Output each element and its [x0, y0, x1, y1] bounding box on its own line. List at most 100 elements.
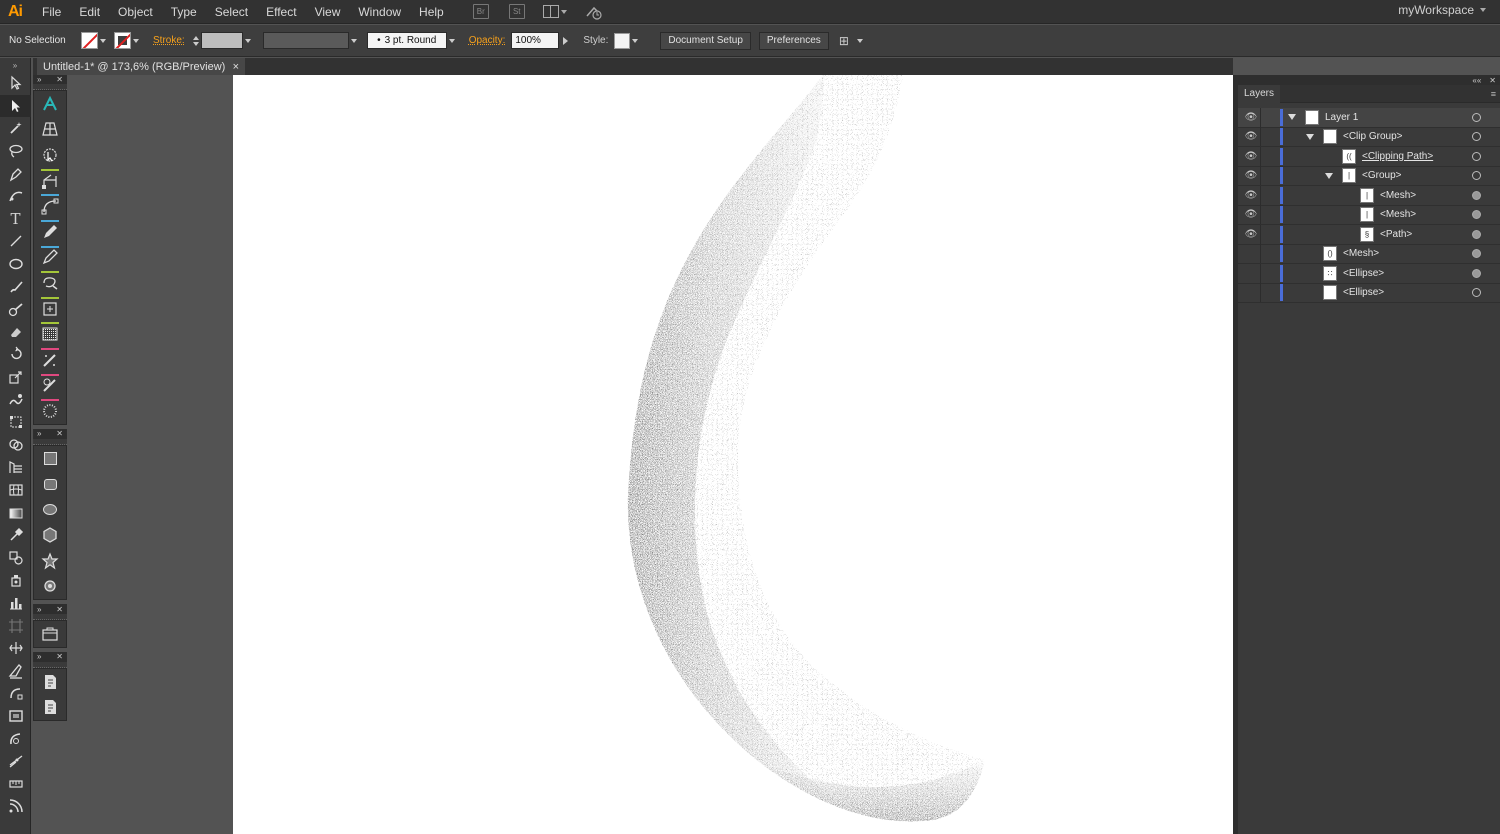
layer-name[interactable]: <Mesh> [1380, 190, 1416, 201]
magic-wand-tool-icon[interactable] [0, 117, 31, 140]
eyedropper-tool-icon[interactable] [0, 524, 31, 547]
warp-tool-icon[interactable] [0, 388, 31, 411]
flare-tool-icon[interactable] [34, 574, 66, 600]
brush-definition[interactable]: • 3 pt. Round [366, 32, 447, 49]
menu-type[interactable]: Type [162, 0, 206, 24]
layer-row[interactable]: 👁 | <Mesh> [1238, 185, 1500, 206]
target-circle-icon[interactable] [1472, 190, 1481, 200]
menu-help[interactable]: Help [410, 0, 453, 24]
pen-tool-icon[interactable] [0, 162, 31, 185]
rounded-rectangle-tool-icon[interactable] [34, 471, 66, 497]
visibility-eye-icon[interactable]: 👁 [1244, 112, 1258, 123]
star-tool-icon[interactable] [34, 548, 66, 574]
slice-tool-icon[interactable] [0, 637, 31, 660]
stroke-weight-dropdown-icon[interactable] [243, 32, 253, 49]
curvature-tool-icon[interactable] [0, 185, 31, 208]
target-circle-icon[interactable] [1472, 151, 1481, 161]
expand-triangle-icon[interactable] [1325, 172, 1333, 179]
stock-button[interactable]: St [508, 4, 525, 19]
direct-selection-tool-icon[interactable] [0, 94, 31, 118]
line-segment-tool-icon[interactable] [0, 230, 31, 253]
opacity-label[interactable]: Opacity: [469, 35, 506, 46]
visibility-eye-icon[interactable]: 👁 [1244, 190, 1258, 201]
anchor-convert-icon[interactable] [34, 168, 66, 194]
close-icon[interactable]: ✕ [56, 75, 63, 84]
graphic-style-swatch[interactable] [614, 32, 631, 49]
menu-effect[interactable]: Effect [257, 0, 305, 24]
stroke-weight-stepper[interactable] [191, 32, 201, 49]
shape-builder-tool-icon[interactable] [0, 434, 31, 457]
stipple-eraser-icon[interactable] [34, 373, 66, 399]
menu-window[interactable]: Window [349, 0, 410, 24]
collapse-icon[interactable]: » [37, 429, 41, 438]
layer-name[interactable]: <Group> [1362, 170, 1401, 181]
layer-name[interactable]: <Clipping Path> [1362, 151, 1433, 162]
select-similar-icon[interactable] [34, 142, 66, 168]
menu-object[interactable]: Object [109, 0, 162, 24]
layer-row[interactable]: 👁 | <Group> [1238, 166, 1500, 186]
profile-dropdown-icon[interactable] [349, 32, 359, 49]
gpu-performance-icon[interactable] [585, 4, 603, 20]
layer-row[interactable]: 👁 (( <Clipping Path> [1238, 146, 1500, 167]
brush-dropdown-icon[interactable] [447, 32, 457, 49]
layer-row[interactable]: 👁 § <Path> [1238, 224, 1500, 245]
close-icon[interactable]: ✕ [56, 429, 63, 438]
target-circle-icon[interactable] [1472, 249, 1481, 259]
collapse-panel-icon[interactable]: «« [1472, 76, 1481, 85]
close-icon[interactable]: ✕ [56, 605, 63, 614]
visibility-eye-icon[interactable]: 👁 [1244, 131, 1258, 142]
symbol-sprayer-tool-icon[interactable] [0, 569, 31, 592]
width-tool-icon[interactable] [0, 750, 31, 773]
shapes-panel-header[interactable]: » ✕ [33, 428, 67, 439]
close-panel-icon[interactable]: ✕ [1489, 76, 1496, 85]
panel-menu-icon[interactable]: ≡ [1491, 89, 1500, 99]
artboard-panel-header[interactable]: » ✕ [33, 604, 67, 615]
mesh-tool-icon[interactable] [0, 479, 31, 502]
variable-width-profile[interactable] [262, 32, 349, 49]
ellipse-shape-tool-icon[interactable] [34, 497, 66, 523]
stroke-weight-input[interactable] [200, 32, 243, 49]
eraser-tool-icon[interactable] [0, 321, 31, 344]
perspective-grid-tool-icon[interactable] [0, 456, 31, 479]
touch-type-tool-icon[interactable] [34, 91, 66, 117]
script-panel-header[interactable]: » ✕ [33, 651, 67, 662]
layer-name[interactable]: <Ellipse> [1343, 287, 1384, 298]
layer-name[interactable]: <Ellipse> [1343, 268, 1384, 279]
bridge-button[interactable]: Br [472, 4, 489, 19]
stipple-brush-icon[interactable] [34, 347, 66, 373]
expand-triangle-icon[interactable] [1288, 114, 1296, 121]
crop-image-tool-icon[interactable] [0, 705, 31, 728]
pencil-tool-icon[interactable] [34, 219, 66, 245]
visibility-eye-icon[interactable]: 👁 [1244, 151, 1258, 162]
noise-fill-icon[interactable] [34, 321, 66, 347]
layer-row[interactable]: ∷ <Ellipse> [1238, 263, 1500, 284]
target-circle-icon[interactable] [1472, 112, 1481, 122]
target-circle-icon[interactable] [1472, 171, 1481, 181]
gradient-tool-icon[interactable] [0, 501, 31, 524]
layer-name[interactable]: <Clip Group> [1343, 131, 1402, 142]
target-circle-icon[interactable] [1472, 229, 1481, 239]
type-tool-icon[interactable]: T [0, 208, 31, 231]
stroke-dropdown-icon[interactable] [131, 32, 141, 49]
rectangle-tool-icon[interactable] [34, 446, 66, 472]
arrange-icon[interactable]: ⊞ [839, 34, 855, 48]
layer-name[interactable]: <Path> [1380, 229, 1412, 240]
tab-layers[interactable]: Layers [1238, 84, 1281, 103]
measure-tool-icon[interactable] [0, 772, 31, 795]
script-one-icon[interactable] [34, 669, 66, 695]
script-two-icon[interactable] [34, 694, 66, 720]
layers-panel-header[interactable]: «« ✕ [1238, 75, 1500, 85]
menu-edit[interactable]: Edit [70, 0, 109, 24]
paintbrush-tool-icon[interactable] [0, 275, 31, 298]
free-transform-tool-icon[interactable] [0, 411, 31, 434]
layer-row[interactable]: () <Mesh> [1238, 244, 1500, 264]
layer-row[interactable]: 👁 Layer 1 [1238, 107, 1500, 128]
close-tab-icon[interactable]: × [233, 61, 239, 73]
preferences-button[interactable]: Preferences [758, 31, 829, 50]
style-dropdown-icon[interactable] [630, 32, 640, 49]
anchor-pen-tool-icon[interactable] [0, 682, 31, 705]
opacity-input[interactable]: 100% [511, 32, 560, 49]
target-circle-icon[interactable] [1472, 210, 1481, 220]
collapse-icon[interactable]: » [37, 605, 41, 614]
artboard-options-icon[interactable] [34, 621, 66, 647]
